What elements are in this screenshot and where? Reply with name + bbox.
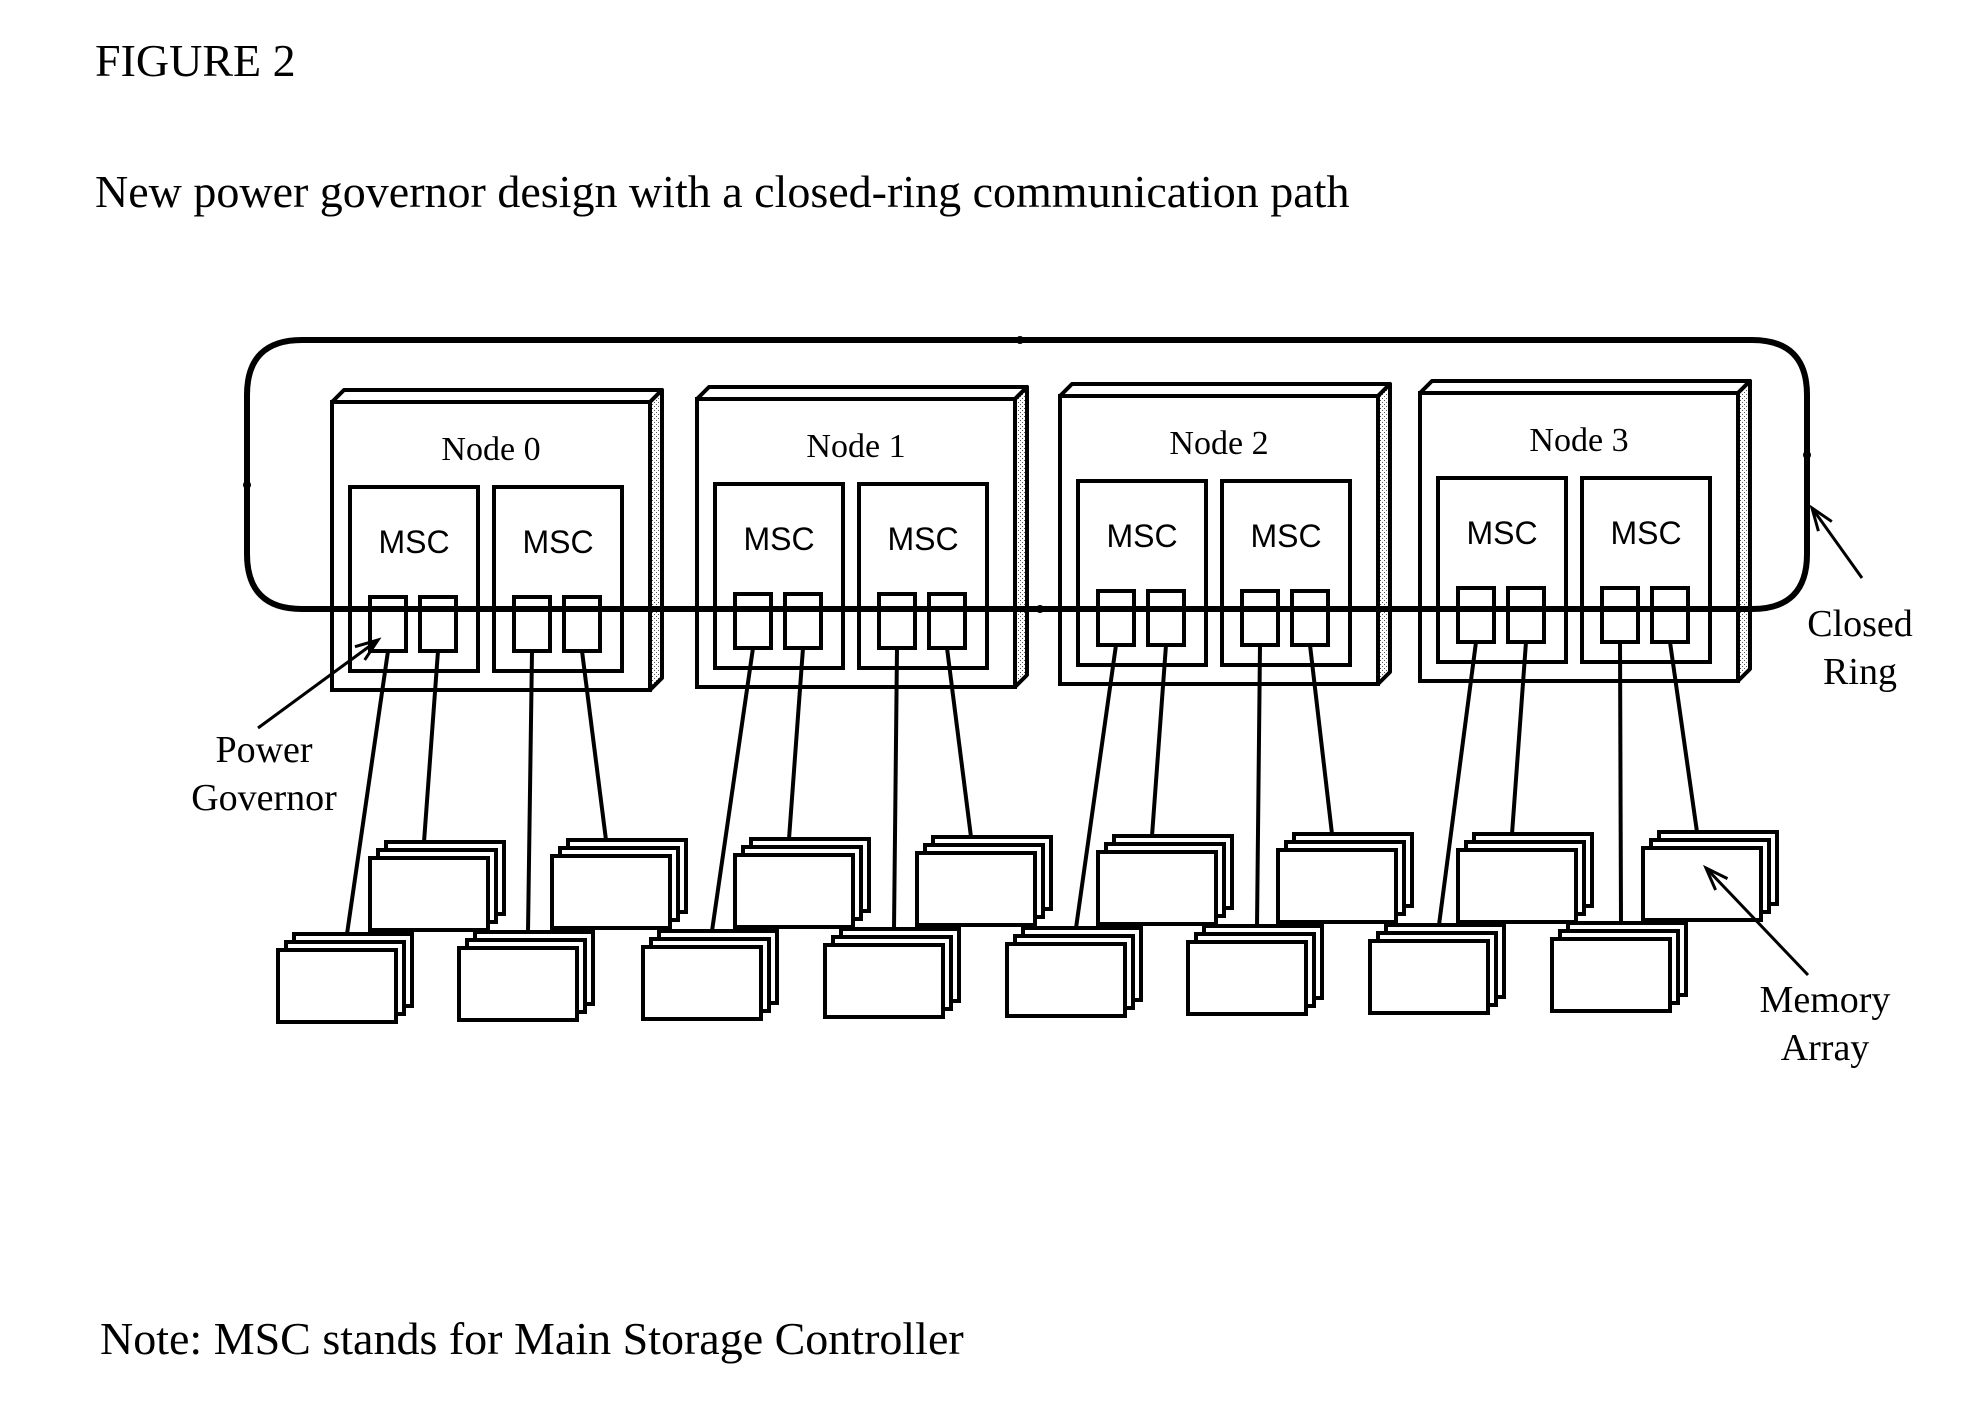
memory-array-label-line2: Array — [1781, 1027, 1870, 1069]
ring-marker-left — [243, 481, 251, 489]
power-governor-port — [1600, 586, 1640, 644]
memory-array-top-2-1 — [1276, 832, 1414, 924]
msc-2-0: MSC — [1076, 479, 1208, 667]
msc-2-1: MSC — [1220, 479, 1352, 667]
power-governor-port — [1240, 589, 1280, 647]
memory-card-layer-2 — [641, 945, 763, 1021]
memory-array-label-line1: Memory — [1760, 979, 1891, 1021]
power-governor-port — [783, 592, 823, 650]
memory-card-layer-2 — [550, 854, 672, 930]
memory-card-layer-2 — [368, 856, 490, 932]
memory-array-bottom-2-0 — [1005, 926, 1143, 1018]
memory-array-top-1-0 — [733, 837, 871, 929]
memory-card-layer-2 — [1096, 850, 1218, 926]
msc-3-0: MSC — [1436, 476, 1568, 664]
closed-ring-label-line1: Closed — [1807, 603, 1913, 645]
power-governor-port — [1650, 586, 1690, 644]
msc-1-0: MSC — [713, 482, 845, 670]
node-title: Node 3 — [1529, 422, 1628, 459]
msc-0-1: MSC — [492, 485, 624, 673]
msc-3-1: MSC — [1580, 476, 1712, 664]
power-governor-port — [1456, 586, 1496, 644]
msc-label: MSC — [1250, 518, 1321, 554]
memory-connection-line — [1255, 644, 1262, 927]
node-title: Node 1 — [806, 428, 905, 465]
memory-array-bottom-0-1 — [457, 930, 595, 1022]
memory-card-layer-2 — [276, 948, 398, 1024]
node-1: Node 1 MSC MSC — [695, 385, 1029, 689]
power-governor-port — [562, 595, 602, 653]
memory-card-layer-2 — [457, 946, 579, 1022]
memory-array-bottom-3-1 — [1550, 921, 1688, 1013]
power-governor-port — [927, 592, 967, 650]
memory-card-layer-2 — [1186, 940, 1308, 1016]
power-governor-port — [512, 595, 552, 653]
memory-card-layer-2 — [1550, 937, 1672, 1013]
power-governor-port — [1290, 589, 1330, 647]
msc-1-1: MSC — [857, 482, 989, 670]
ring-marker-top — [1016, 336, 1024, 344]
memory-array-bottom-1-1 — [823, 927, 961, 1019]
power-governor-port — [1506, 586, 1546, 644]
node-3: Node 3 MSC MSC — [1418, 379, 1752, 683]
msc-label: MSC — [743, 521, 814, 557]
memory-card-layer-2 — [1368, 939, 1490, 1015]
memory-card-layer-2 — [1456, 848, 1578, 924]
memory-card-layer-2 — [1276, 848, 1398, 924]
memory-array-top-0-0 — [368, 840, 506, 932]
memory-connection-line — [1618, 641, 1623, 924]
node-0: Node 0 MSC MSC — [330, 388, 664, 692]
arrow-shaft — [1810, 507, 1864, 579]
power-governor-port — [418, 595, 458, 653]
memory-array-top-3-0 — [1456, 832, 1594, 924]
ring-marker-bottom — [1036, 605, 1044, 613]
memory-card-layer-2 — [823, 943, 945, 1019]
power-governor-port — [1146, 589, 1186, 647]
memory-connection-line — [892, 647, 899, 930]
power-governor-port — [733, 592, 773, 650]
memory-card-layer-2 — [1005, 942, 1127, 1018]
msc-label: MSC — [1106, 518, 1177, 554]
power-governor-label-line2: Governor — [191, 777, 337, 819]
ring-marker-right — [1803, 451, 1811, 459]
memory-arrays-layer — [276, 641, 1779, 1024]
memory-array-top-1-1 — [915, 835, 1053, 927]
memory-card-layer-2 — [733, 853, 855, 929]
memory-array-bottom-0-0 — [276, 932, 414, 1024]
power-governor-port — [877, 592, 917, 650]
power-governor-diagram: Node 0MSC MSCNode 1MSC MSCNode 2MSC MSCNode… — [191, 336, 1913, 1069]
memory-array-bottom-1-0 — [641, 929, 779, 1021]
power-governor-port — [1096, 589, 1136, 647]
memory-card-layer-2 — [915, 851, 1037, 927]
memory-connection-line — [526, 650, 534, 933]
memory-array-bottom-3-0 — [1368, 923, 1506, 1015]
msc-label: MSC — [1466, 515, 1537, 551]
msc-label: MSC — [522, 524, 593, 560]
memory-array-top-0-1 — [550, 838, 688, 930]
power-governor-label-line1: Power — [215, 729, 312, 771]
closed-ring-callout-arrow — [1809, 504, 1864, 579]
nodes-layer: Node 0MSC MSCNode 1MSC MSCNode 2MSC MSCNode… — [330, 379, 1752, 692]
memory-array-top-2-0 — [1096, 834, 1234, 926]
node-2: Node 2 MSC MSC — [1058, 382, 1392, 686]
memory-array-bottom-2-1 — [1186, 924, 1324, 1016]
closed-ring-label-line2: Ring — [1823, 651, 1897, 693]
msc-label: MSC — [378, 524, 449, 560]
msc-label: MSC — [887, 521, 958, 557]
node-title: Node 0 — [441, 431, 540, 468]
msc-label: MSC — [1610, 515, 1681, 551]
node-title: Node 2 — [1169, 425, 1268, 462]
